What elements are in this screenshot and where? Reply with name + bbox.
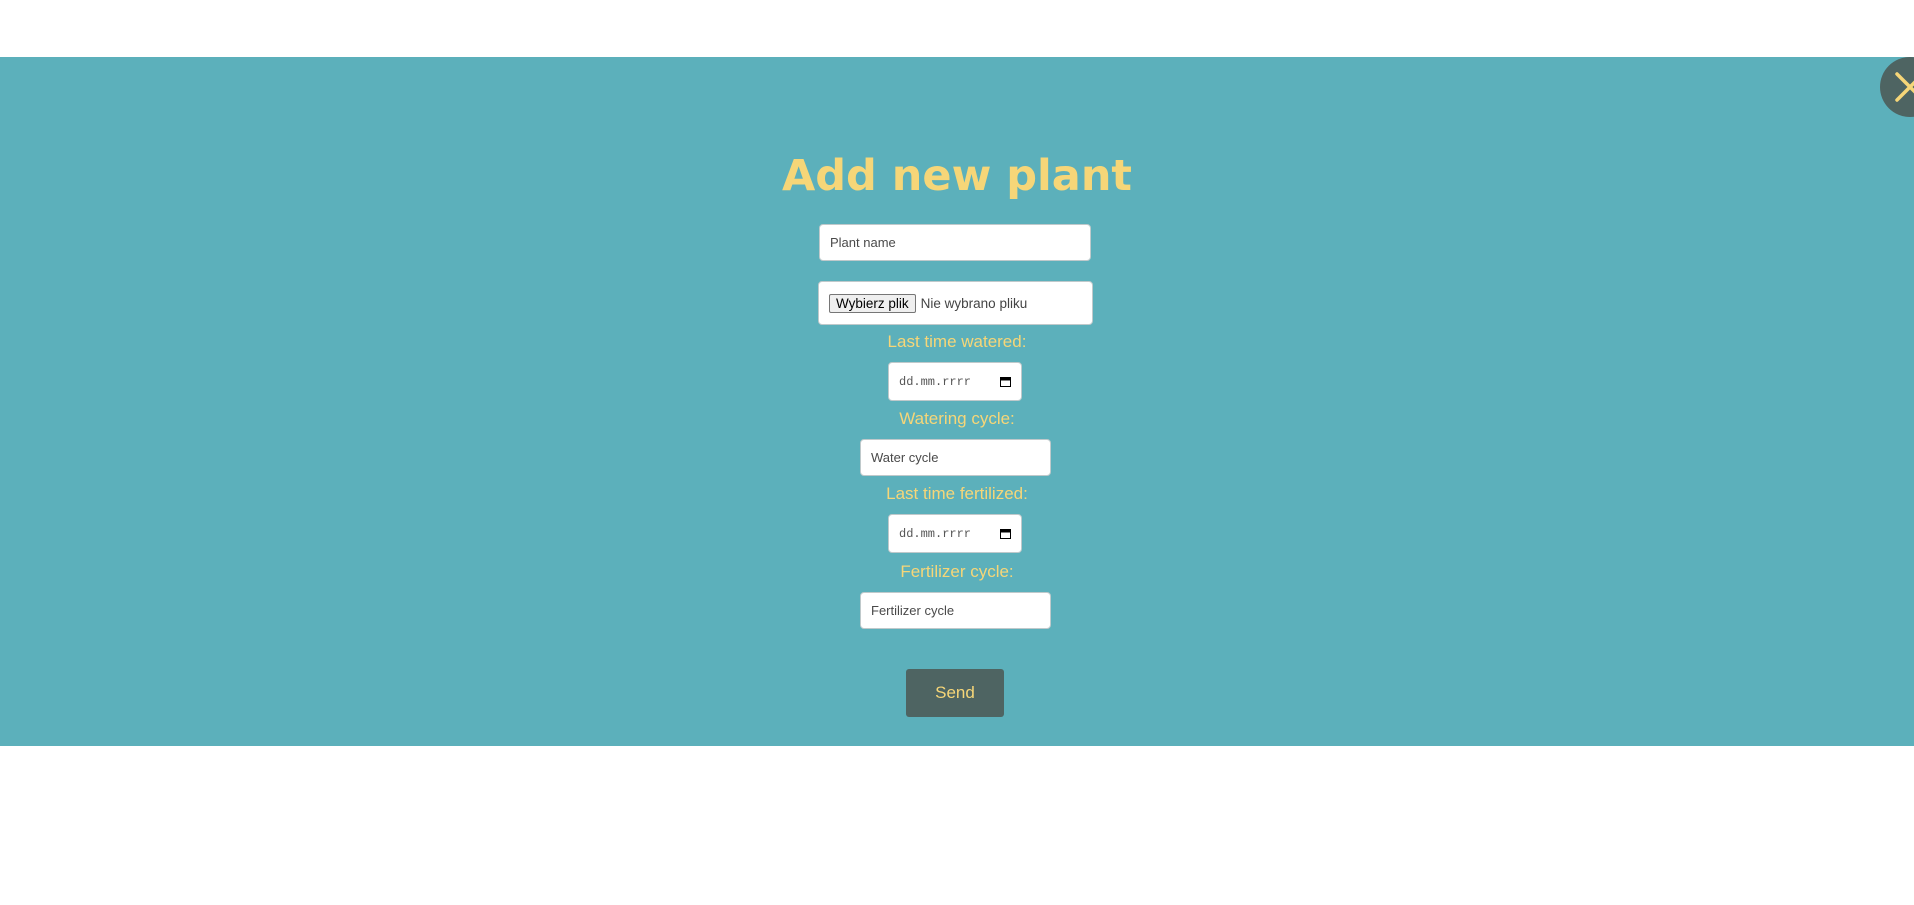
last-fertilized-date-input[interactable]: dd.mm.rrrr — [888, 514, 1022, 553]
last-watered-label: Last time watered: — [887, 332, 1027, 351]
last-watered-date-input[interactable]: dd.mm.rrrr — [888, 362, 1022, 401]
last-fertilized-label: Last time fertilized: — [886, 484, 1028, 503]
calendar-icon[interactable] — [1000, 528, 1011, 539]
page-title: Add new plant — [782, 151, 1132, 201]
file-status-text: Nie wybrano pliku — [920, 295, 1028, 311]
fertilizer-cycle-input[interactable]: Fertilizer cycle — [860, 592, 1051, 629]
fertilizer-cycle-label: Fertilizer cycle: — [900, 562, 1014, 581]
watering-cycle-input[interactable]: Water cycle — [860, 439, 1051, 476]
choose-file-button[interactable]: Wybierz plik — [829, 293, 916, 313]
watering-cycle-placeholder: Water cycle — [871, 450, 939, 465]
fertilizer-cycle-placeholder: Fertilizer cycle — [871, 603, 955, 618]
plant-name-placeholder: Plant name — [830, 235, 896, 250]
add-plant-form: Add new plant Plant name Wybierz plik Ni… — [0, 57, 1914, 746]
last-watered-date-placeholder: dd.mm.rrrr — [899, 374, 972, 389]
add-plant-modal: Add new plant Plant name Wybierz plik Ni… — [0, 57, 1914, 746]
plant-name-input[interactable]: Plant name — [819, 224, 1091, 261]
send-button[interactable]: Send — [906, 669, 1004, 717]
file-upload-field[interactable]: Wybierz plik Nie wybrano pliku — [818, 281, 1093, 325]
last-fertilized-date-placeholder: dd.mm.rrrr — [899, 526, 972, 541]
watering-cycle-label: Watering cycle: — [899, 409, 1015, 428]
calendar-icon[interactable] — [1000, 376, 1011, 387]
